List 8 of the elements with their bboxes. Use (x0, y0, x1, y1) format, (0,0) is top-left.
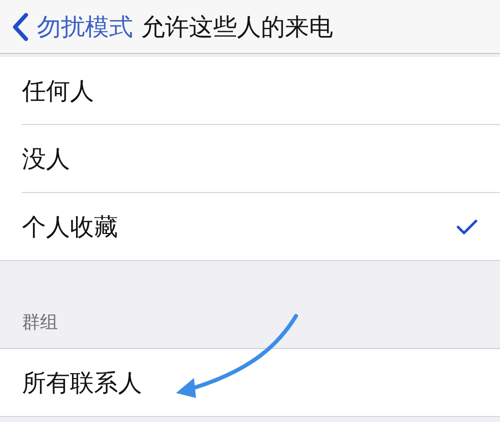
back-chevron-icon (12, 12, 29, 40)
back-button[interactable]: 勿扰模式 (12, 10, 133, 42)
section-header: 群组 (22, 311, 58, 334)
option-row[interactable]: 任何人 (0, 57, 500, 125)
option-row[interactable]: 没人 (0, 125, 500, 193)
page-title: 允许这些人的来电 (141, 12, 333, 42)
option-row[interactable]: 所有联系人 (0, 349, 500, 417)
option-row[interactable]: 个人收藏 (0, 193, 500, 261)
